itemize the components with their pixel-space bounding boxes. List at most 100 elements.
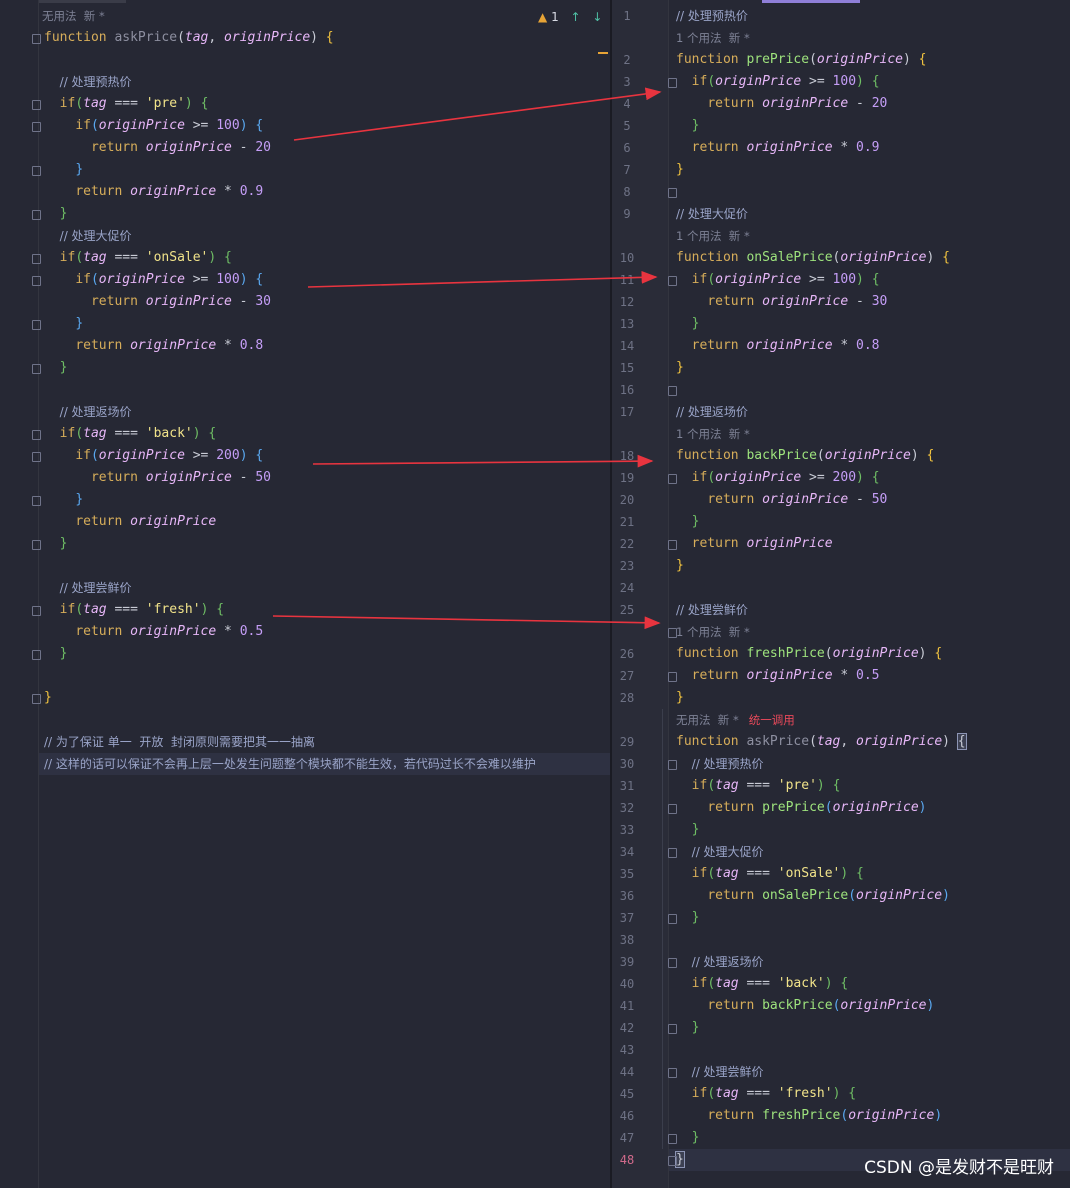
code-line[interactable]: } [44, 643, 68, 665]
code-line[interactable]: } [676, 819, 700, 841]
fold-toggle-icon[interactable] [32, 694, 41, 704]
fold-toggle-icon[interactable] [32, 254, 41, 264]
code-line[interactable]: // 处理尝鲜价 [676, 1061, 764, 1083]
code-line[interactable]: return originPrice * 0.5 [676, 665, 880, 687]
fold-toggle-icon[interactable] [668, 804, 677, 814]
code-line[interactable]: return originPrice [44, 511, 216, 533]
code-line[interactable]: if(tag === 'back') { [676, 973, 849, 995]
code-line[interactable]: return originPrice * 0.8 [44, 335, 263, 357]
fold-toggle-icon[interactable] [668, 760, 677, 770]
code-line[interactable]: return originPrice - 50 [676, 489, 887, 511]
code-line[interactable]: if(originPrice >= 100) { [44, 269, 263, 291]
fold-toggle-icon[interactable] [32, 364, 41, 374]
fold-toggle-icon[interactable] [32, 166, 41, 176]
code-line[interactable]: return backPrice(originPrice) [676, 995, 934, 1017]
code-line[interactable]: return originPrice [676, 533, 833, 555]
code-line[interactable]: return freshPrice(originPrice) [676, 1105, 942, 1127]
inspection-widget[interactable]: ▲ 1 ↑ ↓ [538, 10, 602, 24]
code-line[interactable]: // 处理返场价 [676, 401, 748, 423]
usage-hint[interactable]: 1 个用法 新 * [676, 423, 750, 445]
fold-toggle-icon[interactable] [668, 914, 677, 924]
code-line[interactable]: } [44, 687, 52, 709]
fold-toggle-icon[interactable] [32, 210, 41, 220]
code-line[interactable]: if(tag === 'fresh') { [676, 1083, 856, 1105]
code-line[interactable]: function prePrice(originPrice) { [676, 49, 926, 71]
code-line[interactable]: return originPrice - 20 [44, 137, 271, 159]
code-line[interactable]: function onSalePrice(originPrice) { [676, 247, 950, 269]
fold-toggle-icon[interactable] [668, 540, 677, 550]
code-line[interactable]: if(originPrice >= 100) { [44, 115, 263, 137]
fold-toggle-icon[interactable] [32, 430, 41, 440]
right-editor-pane[interactable]: 1// 处理预热价 1 个用法 新 * 2 function prePrice(ori… [612, 0, 1070, 1188]
fold-toggle-icon[interactable] [668, 672, 677, 682]
code-line[interactable]: return onSalePrice(originPrice) [676, 885, 950, 907]
fold-toggle-icon[interactable] [668, 474, 677, 484]
fold-toggle-icon[interactable] [668, 386, 677, 396]
code-line[interactable]: return prePrice(originPrice) [676, 797, 926, 819]
code-line[interactable]: if(originPrice >= 100) { [676, 71, 880, 93]
code-line[interactable]: } [676, 1127, 700, 1149]
code-line[interactable]: } [44, 203, 68, 225]
fold-toggle-icon[interactable] [668, 188, 677, 198]
fold-toggle-icon[interactable] [32, 276, 41, 286]
fold-toggle-icon[interactable] [32, 606, 41, 616]
code-line[interactable]: // 处理尝鲜价 [676, 599, 748, 621]
code-line[interactable]: function askPrice(tag, originPrice) { [676, 731, 967, 753]
fold-toggle-icon[interactable] [668, 1134, 677, 1144]
next-highlight-icon[interactable]: ↓ [592, 10, 602, 24]
code-line[interactable]: } [676, 159, 684, 181]
code-line[interactable]: return originPrice - 50 [44, 467, 271, 489]
usage-hint[interactable]: 1 个用法 新 * [676, 225, 750, 247]
code-line[interactable]: if(originPrice >= 100) { [676, 269, 880, 291]
left-editor-pane[interactable]: function askPrice(tag, originPrice) { //… [0, 0, 610, 1188]
code-line[interactable]: return originPrice * 0.8 [676, 335, 880, 357]
code-line[interactable]: } [676, 555, 684, 577]
code-line[interactable]: // 处理预热价 [676, 5, 748, 27]
fold-toggle-icon[interactable] [668, 958, 677, 968]
code-line[interactable]: if(tag === 'fresh') { [44, 599, 224, 621]
code-line[interactable]: // 处理返场价 [44, 401, 132, 423]
fold-toggle-icon[interactable] [32, 122, 41, 132]
code-line[interactable]: } [676, 907, 700, 929]
code-line[interactable]: // 处理返场价 [676, 951, 764, 973]
previous-highlight-icon[interactable]: ↑ [571, 10, 581, 24]
code-line[interactable]: // 处理预热价 [44, 71, 132, 93]
fold-toggle-icon[interactable] [668, 276, 677, 286]
code-line[interactable]: } [676, 687, 684, 709]
code-line[interactable]: return originPrice - 20 [676, 93, 887, 115]
code-line[interactable]: if(tag === 'onSale') { [676, 863, 864, 885]
code-line[interactable]: // 处理大促价 [676, 841, 764, 863]
fold-toggle-icon[interactable] [32, 452, 41, 462]
code-line[interactable]: } [676, 115, 700, 137]
usage-hint[interactable]: 1 个用法 新 * [676, 27, 750, 49]
code-line[interactable]: // 处理预热价 [676, 753, 764, 775]
code-line[interactable]: return originPrice - 30 [44, 291, 271, 313]
code-line[interactable]: } [44, 357, 68, 379]
fold-toggle-icon[interactable] [668, 848, 677, 858]
code-line[interactable]: function askPrice(tag, originPrice) { [44, 27, 334, 49]
fold-toggle-icon[interactable] [32, 540, 41, 550]
fold-toggle-icon[interactable] [32, 100, 41, 110]
usage-hint[interactable]: 1 个用法 新 * [676, 621, 750, 643]
code-line[interactable]: } [44, 489, 83, 511]
fold-toggle-icon[interactable] [32, 650, 41, 660]
fold-toggle-icon[interactable] [668, 1068, 677, 1078]
fold-toggle-icon[interactable] [668, 628, 677, 638]
code-line[interactable]: } [676, 1017, 700, 1039]
fold-toggle-icon[interactable] [32, 496, 41, 506]
code-line[interactable]: // 为了保证 单一 开放 封闭原则需要把其一一抽离 [44, 731, 315, 753]
code-line[interactable]: function freshPrice(originPrice) { [676, 643, 942, 665]
code-line[interactable]: } [44, 533, 68, 555]
code-line[interactable]: if(originPrice >= 200) { [44, 445, 263, 467]
code-line[interactable]: } [676, 511, 700, 533]
code-line[interactable]: return originPrice * 0.5 [44, 621, 263, 643]
code-line[interactable]: } [675, 1149, 685, 1171]
fold-toggle-icon[interactable] [668, 1156, 677, 1166]
code-line[interactable]: function backPrice(originPrice) { [676, 445, 934, 467]
code-line[interactable]: } [44, 159, 83, 181]
code-line[interactable]: return originPrice * 0.9 [44, 181, 263, 203]
code-line[interactable]: return originPrice * 0.9 [676, 137, 880, 159]
code-line[interactable]: } [676, 313, 700, 335]
code-line[interactable]: // 这样的话可以保证不会再上层一处发生问题整个模块都不能生效，若代码过长不会难… [44, 753, 536, 775]
code-line[interactable]: if(tag === 'onSale') { [44, 247, 232, 269]
